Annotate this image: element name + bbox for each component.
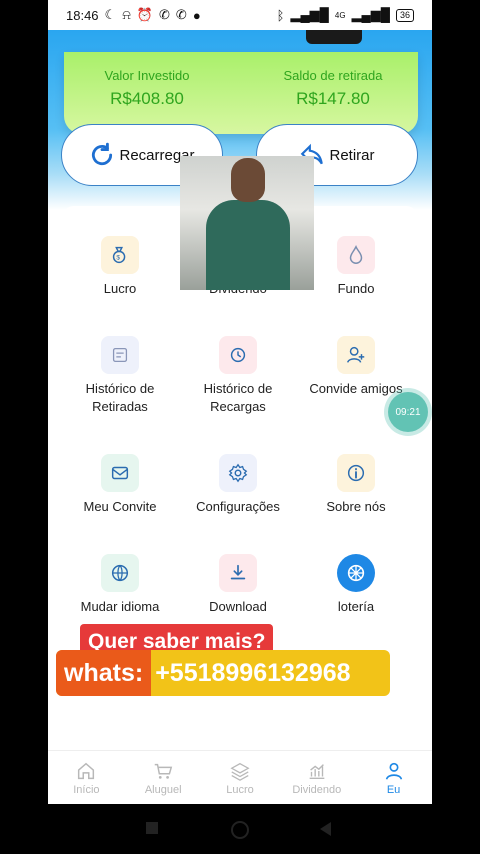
withdraw-label: Saldo de retirada: [283, 68, 383, 83]
menu-item-label: Histórico de Recargas: [203, 381, 273, 414]
withdraw-stat: Saldo de retirada R$147.80: [258, 68, 408, 109]
android-nav-bar: [0, 804, 480, 854]
tab-label: Lucro: [226, 784, 254, 796]
whatsapp-icon: ✆: [159, 7, 170, 22]
bottom-tab-bar: Início Aluguel Lucro Dividendo Eu: [48, 750, 432, 804]
user-icon: [385, 762, 402, 780]
wallet-icon: [101, 336, 139, 374]
home-icon: [78, 762, 95, 780]
tab-eu[interactable]: Eu: [355, 751, 432, 804]
menu-item-historico-recargas[interactable]: Histórico de Recargas: [178, 336, 298, 416]
menu-item-label: Download: [209, 599, 267, 614]
person-shirt: [206, 200, 290, 290]
withdraw-value: R$147.80: [296, 89, 370, 108]
invested-label: Valor Investido: [104, 68, 190, 83]
svg-text:$: $: [116, 255, 120, 262]
home-button[interactable]: [231, 821, 249, 839]
tab-aluguel[interactable]: Aluguel: [125, 751, 202, 804]
camera-video-overlay: [180, 156, 314, 290]
back-button[interactable]: [320, 822, 331, 836]
chat-icon: ●: [192, 7, 201, 23]
network-type: 4G: [334, 10, 346, 20]
signal-icon: ▂▄▆█: [351, 7, 390, 22]
menu-item-mudar-idioma[interactable]: Mudar idioma: [60, 554, 180, 616]
menu-item-label: Configurações: [196, 499, 280, 514]
signal-icon: ▂▄▆█: [290, 7, 329, 22]
menu-item-configuracoes[interactable]: Configurações: [178, 454, 298, 516]
ad-phone-number: +5518996132968: [155, 658, 351, 687]
menu-item-loteria[interactable]: lotería: [296, 554, 416, 616]
tab-dividendo[interactable]: Dividendo: [278, 751, 355, 804]
menu-item-fundo[interactable]: Fundo: [296, 236, 416, 298]
menu-item-sobre-nos[interactable]: Sobre nós: [296, 454, 416, 516]
menu-item-label: Lucro: [103, 281, 137, 296]
bar-chart-icon: [309, 764, 325, 780]
menu-item-label: lotería: [337, 599, 375, 614]
tab-label: Dividendo: [292, 784, 342, 796]
flame-icon: [337, 236, 375, 274]
vip-card: Valor Investido R$408.80 Saldo de retira…: [64, 30, 418, 134]
vip-badge: [306, 30, 362, 44]
bluetooth-icon: ᛒ: [276, 7, 285, 23]
menu-item-lucro[interactable]: $ Lucro: [60, 236, 180, 298]
menu-item-historico-retiradas[interactable]: Histórico de Retiradas: [60, 336, 180, 416]
menu-item-convide-amigos[interactable]: Convide amigos: [296, 336, 416, 398]
menu-item-label: Fundo: [337, 281, 375, 296]
tab-inicio[interactable]: Início: [48, 751, 125, 804]
gear-icon: [219, 454, 257, 492]
add-user-icon: [337, 336, 375, 374]
moon-icon: ☾: [104, 7, 117, 22]
wheel-icon: [337, 554, 375, 592]
menu-item-label: Sobre nós: [326, 499, 386, 514]
bell-off-icon: ⍾: [122, 7, 131, 22]
download-icon: [219, 554, 257, 592]
clock: 18:46: [66, 7, 99, 23]
menu-item-label: Mudar idioma: [80, 599, 160, 614]
floating-timer-badge[interactable]: 09:21: [388, 392, 428, 432]
status-bar: 18:46 ☾ ⍾ ⏰ ✆ ✆ ● ᛒ ▂▄▆█ 4G ▂▄▆█ 36: [48, 0, 432, 30]
money-bag-icon: $: [101, 236, 139, 274]
cart-icon: [154, 763, 173, 779]
whatsapp-icon: ✆: [175, 7, 187, 22]
menu-item-label: Meu Convite: [83, 499, 157, 514]
person-head: [231, 158, 265, 202]
recent-apps-button[interactable]: [146, 822, 158, 834]
menu-item-meu-convite[interactable]: Meu Convite: [60, 454, 180, 516]
alarm-icon: ⏰: [136, 7, 153, 22]
invested-stat: Valor Investido R$408.80: [72, 68, 222, 109]
withdraw-label: Retirar: [329, 146, 375, 164]
menu-item-label: Histórico de Retiradas: [85, 381, 155, 414]
envelope-icon: [101, 454, 139, 492]
tab-label: Aluguel: [144, 784, 182, 796]
app-screen: 18:46 ☾ ⍾ ⏰ ✆ ✆ ● ᛒ ▂▄▆█ 4G ▂▄▆█ 36 Valo…: [48, 0, 432, 804]
invested-value: R$408.80: [110, 89, 184, 108]
globe-icon: [101, 554, 139, 592]
info-icon: [337, 454, 375, 492]
battery-icon: 36: [395, 8, 414, 22]
refresh-icon: [92, 142, 113, 166]
menu-item-download[interactable]: Download: [178, 554, 298, 616]
layers-icon: [230, 762, 250, 781]
tab-lucro[interactable]: Lucro: [202, 751, 279, 804]
history-icon: [219, 336, 257, 374]
ad-whatsapp-banner[interactable]: whats: +5518996132968: [56, 650, 390, 696]
tab-label: Eu: [386, 784, 401, 796]
tab-label: Início: [73, 784, 100, 796]
ad-whatsapp-label: whats:: [56, 650, 152, 696]
